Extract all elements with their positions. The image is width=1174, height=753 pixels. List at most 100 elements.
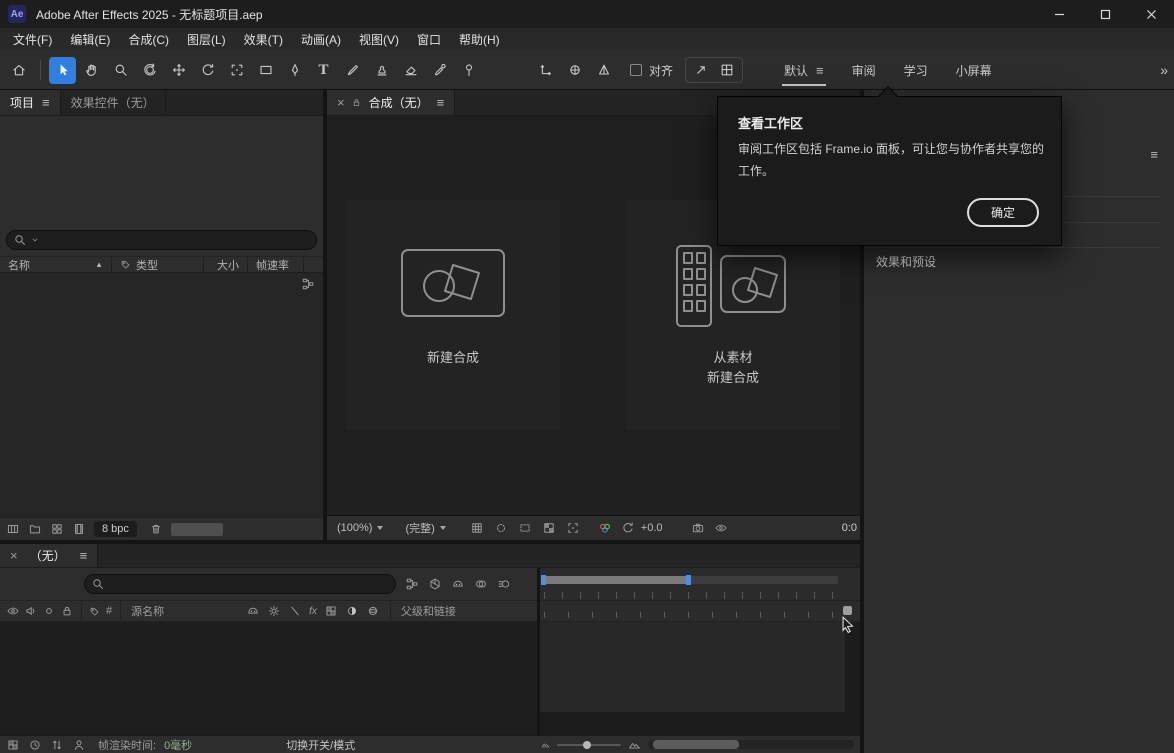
maximize-button[interactable] xyxy=(1082,0,1128,28)
source-name-column[interactable]: 源名称 xyxy=(131,603,164,619)
resolution-dropdown[interactable]: (完整) xyxy=(405,520,445,536)
tab-timeline[interactable]: × （无） ≡ xyxy=(0,544,98,567)
parent-link-column[interactable]: 父级和链接 xyxy=(401,603,456,619)
menu-window[interactable]: 窗口 xyxy=(408,28,450,50)
timeline-ruler-row[interactable] xyxy=(540,600,860,622)
type-tool[interactable]: T xyxy=(310,57,337,84)
workspace-default[interactable]: 默认 ≡ xyxy=(784,50,824,90)
3d-layer-icon[interactable] xyxy=(366,604,380,618)
minimize-button[interactable] xyxy=(1036,0,1082,28)
workspace-menu-icon[interactable]: ≡ xyxy=(816,64,824,77)
work-area-bar[interactable] xyxy=(545,576,688,584)
layer-number-column[interactable]: # xyxy=(106,605,112,617)
bit-depth-button[interactable]: 8 bpc xyxy=(94,521,137,537)
tab-project[interactable]: 项目 ≡ xyxy=(0,90,61,115)
time-navigator[interactable] xyxy=(540,568,860,600)
interpret-footage-button[interactable] xyxy=(6,522,20,536)
project-panel-menu-icon[interactable]: ≡ xyxy=(42,96,50,109)
home-button[interactable] xyxy=(5,57,32,84)
clone-stamp-tool[interactable] xyxy=(368,57,395,84)
effects-switch-icon[interactable]: fx xyxy=(309,606,317,617)
popup-ok-button[interactable]: 确定 xyxy=(967,198,1039,227)
view-axis-mode-button[interactable] xyxy=(590,57,617,84)
solo-icon[interactable] xyxy=(42,604,56,618)
zoom-out-mountain-icon[interactable] xyxy=(541,740,550,749)
effects-presets-panel-header[interactable]: 效果和预设 xyxy=(876,253,936,270)
snapping-checkbox[interactable] xyxy=(630,64,642,76)
motion-blur-icon[interactable] xyxy=(497,577,511,591)
menu-animation[interactable]: 动画(A) xyxy=(292,28,350,50)
new-folder-button[interactable] xyxy=(28,522,42,536)
tab-effect-controls[interactable]: 效果控件（无） xyxy=(61,90,166,115)
toggle-mask-visibility-icon[interactable] xyxy=(494,521,508,535)
zoom-slider-knob[interactable] xyxy=(583,741,591,749)
workspace-review[interactable]: 审阅 xyxy=(852,50,876,90)
comp-panel-menu-icon[interactable]: ≡ xyxy=(437,96,445,109)
show-channel-icon[interactable] xyxy=(598,521,612,535)
lock-icon[interactable] xyxy=(60,604,74,618)
close-tab-icon[interactable]: × xyxy=(10,548,18,563)
column-frame-rate[interactable]: 帧速率 xyxy=(248,257,304,272)
time-indicator-handle[interactable] xyxy=(843,606,852,615)
roto-brush-tool[interactable] xyxy=(426,57,453,84)
zoom-tool[interactable] xyxy=(107,57,134,84)
video-eye-icon[interactable] xyxy=(6,604,20,618)
show-snapshot-icon[interactable] xyxy=(714,521,728,535)
reset-exposure-icon[interactable] xyxy=(621,521,635,535)
menu-effect[interactable]: 效果(T) xyxy=(235,28,292,50)
puppet-pin-tool[interactable] xyxy=(455,57,482,84)
rotate-tool[interactable] xyxy=(194,57,221,84)
close-button[interactable] xyxy=(1128,0,1174,28)
pan-camera-tool[interactable] xyxy=(165,57,192,84)
project-items-list[interactable] xyxy=(0,273,323,517)
workspace-learn[interactable]: 学习 xyxy=(904,50,928,90)
orbit-camera-tool[interactable] xyxy=(136,57,163,84)
exposure-value[interactable]: +0.0 xyxy=(641,522,663,534)
frame-blending-icon[interactable] xyxy=(474,577,488,591)
timeline-scrollbar[interactable] xyxy=(648,740,854,749)
expand-layers-icon[interactable] xyxy=(50,738,64,752)
transparency-grid-icon[interactable] xyxy=(542,521,556,535)
menu-help[interactable]: 帮助(H) xyxy=(450,28,509,50)
column-name[interactable]: 名称 ▲ xyxy=(0,257,112,272)
eraser-tool[interactable] xyxy=(397,57,424,84)
menu-file[interactable]: 文件(F) xyxy=(4,28,61,50)
menu-layer[interactable]: 图层(L) xyxy=(178,28,235,50)
label-tag-icon[interactable] xyxy=(89,606,100,617)
new-composition-tile[interactable]: 新建合成 xyxy=(346,200,560,430)
frame-blend-switch-icon[interactable] xyxy=(324,604,338,618)
close-tab-icon[interactable]: × xyxy=(337,95,345,110)
toggle-switches-button[interactable]: 切换开关/模式 xyxy=(286,737,355,753)
target-icon[interactable] xyxy=(566,521,580,535)
camera-tool[interactable] xyxy=(223,57,250,84)
timeline-panel-menu-icon[interactable]: ≡ xyxy=(80,549,88,562)
column-type[interactable]: 类型 xyxy=(112,257,204,272)
new-composition-button[interactable] xyxy=(72,522,86,536)
project-search-input[interactable] xyxy=(6,230,317,250)
trash-icon[interactable] xyxy=(149,522,163,536)
choose-grid-guides-icon[interactable] xyxy=(470,521,484,535)
local-axis-mode-button[interactable] xyxy=(532,57,559,84)
world-axis-mode-button[interactable] xyxy=(561,57,588,84)
snap-feature-button[interactable] xyxy=(689,59,713,81)
grid-gizmo-button[interactable] xyxy=(715,59,739,81)
workspace-overflow-button[interactable]: » xyxy=(1160,62,1168,78)
timeline-search-input[interactable] xyxy=(84,574,396,594)
quality-switch-icon[interactable] xyxy=(288,604,302,618)
snapshot-icon[interactable] xyxy=(691,521,705,535)
lock-icon[interactable] xyxy=(351,97,362,108)
track-area[interactable] xyxy=(540,622,860,735)
scrollbar-thumb[interactable] xyxy=(653,740,739,749)
adjustment-layer-icon[interactable] xyxy=(345,604,359,618)
selection-tool[interactable] xyxy=(49,57,76,84)
menu-view[interactable]: 视图(V) xyxy=(350,28,408,50)
render-time-icon[interactable] xyxy=(28,738,42,752)
project-settings-button[interactable] xyxy=(50,522,64,536)
timeline-zoom-slider[interactable] xyxy=(557,744,621,746)
layer-list-area[interactable] xyxy=(0,622,538,735)
tab-composition[interactable]: × 合成（无） ≡ xyxy=(327,90,455,115)
brush-tool[interactable] xyxy=(339,57,366,84)
draft-3d-icon[interactable] xyxy=(428,577,442,591)
menu-composition[interactable]: 合成(C) xyxy=(119,28,178,50)
collaborate-icon[interactable] xyxy=(72,738,86,752)
